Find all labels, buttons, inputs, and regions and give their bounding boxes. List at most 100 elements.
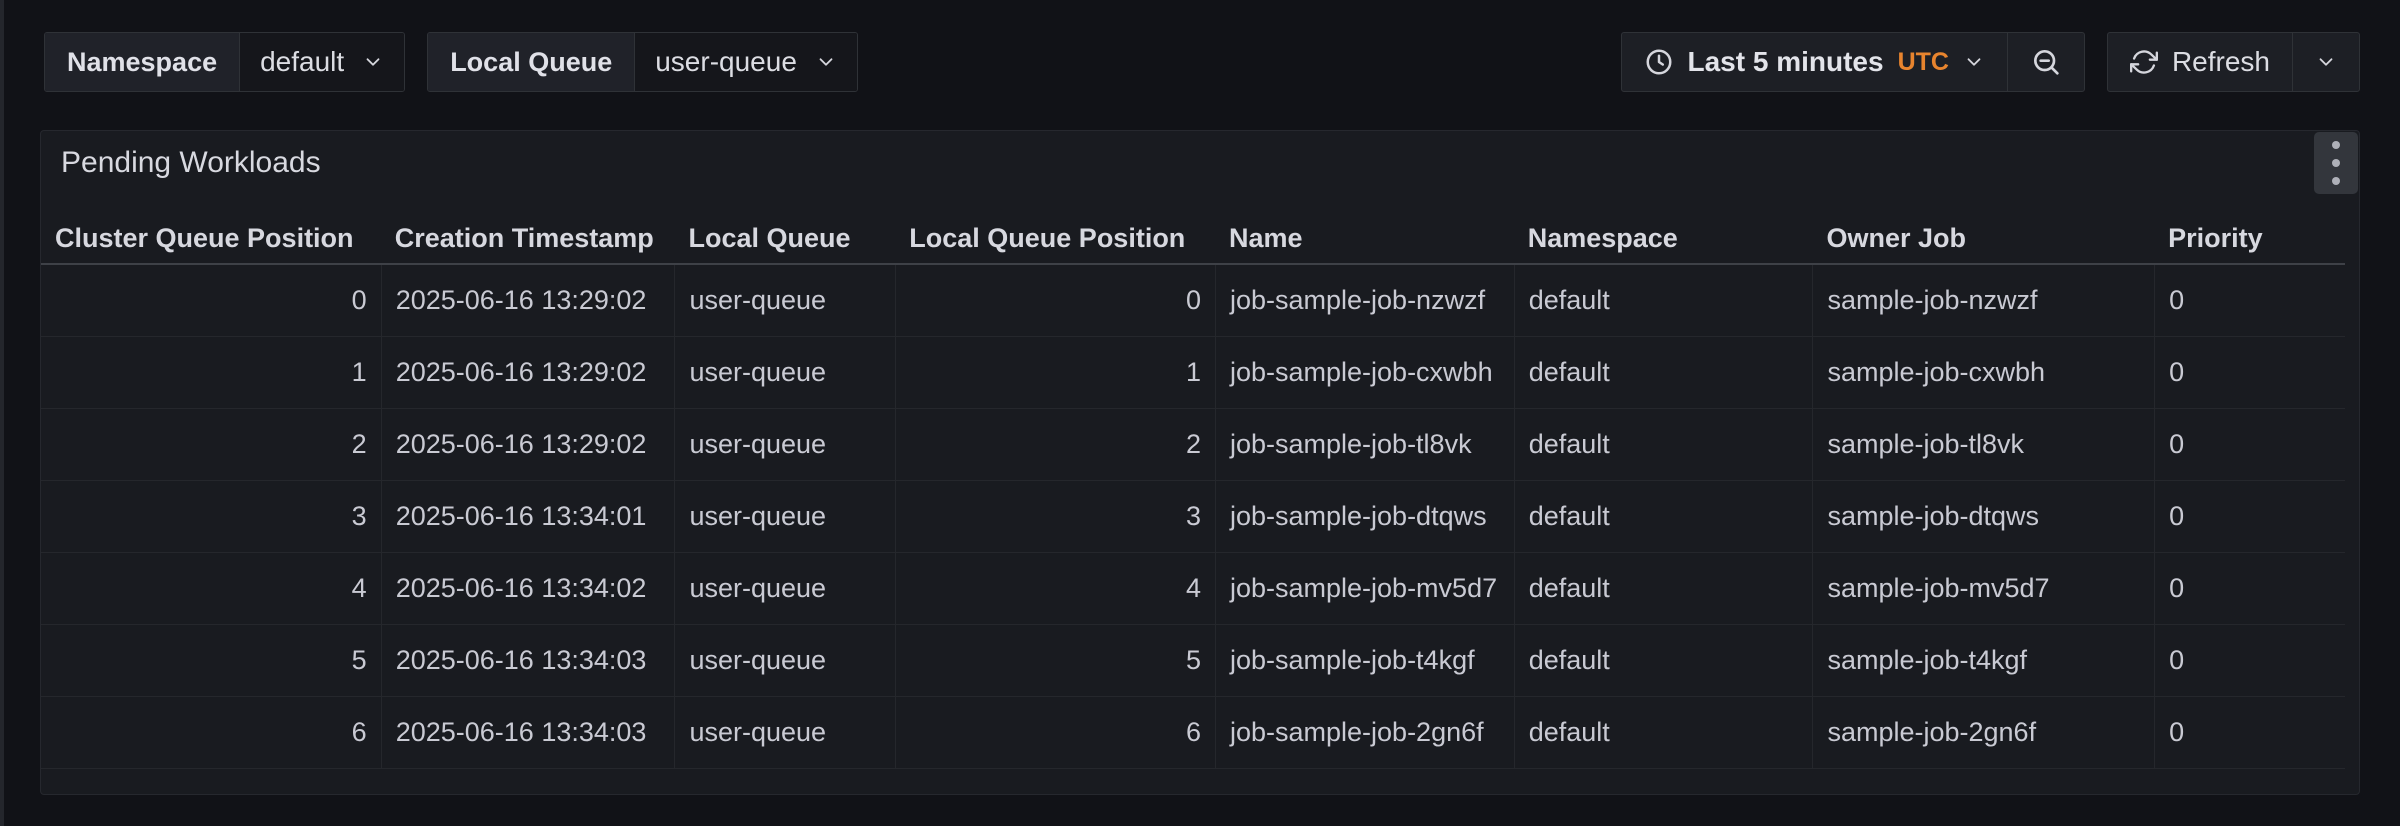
table-cell: 0 [2154, 697, 2345, 768]
table-cell: 5 [41, 625, 381, 696]
panel-menu-button[interactable] [2314, 132, 2358, 194]
refresh-button[interactable]: Refresh [2108, 33, 2292, 91]
column-header[interactable]: Namespace [1514, 212, 1813, 264]
column-header[interactable]: Owner Job [1812, 212, 2154, 264]
table-cell: 2025-06-16 13:34:03 [381, 697, 675, 768]
table-cell: job-sample-job-dtqws [1215, 481, 1514, 552]
variable-namespace-value: default [260, 46, 344, 78]
table-cell: sample-job-nzwzf [1812, 265, 2154, 336]
table-cell: default [1514, 265, 1813, 336]
column-header[interactable]: Creation Timestamp [381, 212, 675, 264]
zoom-out-time-button[interactable] [2007, 33, 2084, 91]
table-cell: 0 [2154, 553, 2345, 624]
table-cell: default [1514, 337, 1813, 408]
table-cell: 1 [41, 337, 381, 408]
table-cell: 3 [41, 481, 381, 552]
table-cell: sample-job-cxwbh [1812, 337, 2154, 408]
table-row: 42025-06-16 13:34:02user-queue4job-sampl… [41, 553, 2345, 625]
table-cell: 0 [41, 265, 381, 336]
table-cell: job-sample-job-nzwzf [1215, 265, 1514, 336]
table-cell: 4 [41, 553, 381, 624]
table-cell: 0 [2154, 337, 2345, 408]
table-header-row: Cluster Queue PositionCreation Timestamp… [41, 213, 2345, 265]
table-row: 32025-06-16 13:34:01user-queue3job-sampl… [41, 481, 2345, 553]
chevron-down-icon [1963, 51, 1985, 73]
table-cell: job-sample-job-mv5d7 [1215, 553, 1514, 624]
chevron-down-icon [815, 51, 837, 73]
panel-title[interactable]: Pending Workloads [61, 146, 321, 180]
variable-namespace-label: Namespace [45, 33, 240, 91]
table-cell: default [1514, 481, 1813, 552]
table-cell: 5 [895, 625, 1215, 696]
table-cell: default [1514, 409, 1813, 480]
table-cell: 0 [2154, 265, 2345, 336]
table-cell: 0 [2154, 481, 2345, 552]
table-cell: user-queue [674, 481, 895, 552]
table-cell: 0 [895, 265, 1215, 336]
variable-namespace-select[interactable]: default [240, 33, 404, 91]
column-header[interactable]: Priority [2154, 212, 2345, 264]
column-header[interactable]: Cluster Queue Position [41, 212, 381, 264]
variable-local-queue: Local Queue user-queue [427, 32, 858, 92]
table-cell: 2 [41, 409, 381, 480]
table-cell: sample-job-tl8vk [1812, 409, 2154, 480]
table-row: 62025-06-16 13:34:03user-queue6job-sampl… [41, 697, 2345, 769]
table-row: 02025-06-16 13:29:02user-queue0job-sampl… [41, 265, 2345, 337]
table-cell: sample-job-mv5d7 [1812, 553, 2154, 624]
table-row: 22025-06-16 13:29:02user-queue2job-sampl… [41, 409, 2345, 481]
table-cell: 2025-06-16 13:29:02 [381, 337, 675, 408]
time-range-button[interactable]: Last 5 minutes UTC [1622, 33, 2007, 91]
table-cell: user-queue [674, 265, 895, 336]
dashboard-toolbar: Namespace default Local Queue user-queue… [44, 32, 2360, 92]
table-body: 02025-06-16 13:29:02user-queue0job-sampl… [41, 265, 2345, 769]
table-cell: sample-job-dtqws [1812, 481, 2154, 552]
table-row: 12025-06-16 13:29:02user-queue1job-sampl… [41, 337, 2345, 409]
column-header[interactable]: Local Queue [674, 212, 895, 264]
variable-namespace: Namespace default [44, 32, 405, 92]
table-cell: sample-job-2gn6f [1812, 697, 2154, 768]
table-cell: 6 [41, 697, 381, 768]
table-cell: job-sample-job-2gn6f [1215, 697, 1514, 768]
table-cell: 2 [895, 409, 1215, 480]
table-cell: default [1514, 553, 1813, 624]
table-row: 52025-06-16 13:34:03user-queue5job-sampl… [41, 625, 2345, 697]
time-range-label: Last 5 minutes [1688, 46, 1884, 78]
table-cell: 3 [895, 481, 1215, 552]
table-cell: 2025-06-16 13:29:02 [381, 265, 675, 336]
table-cell: user-queue [674, 409, 895, 480]
table-cell: 2025-06-16 13:34:01 [381, 481, 675, 552]
table-cell: 4 [895, 553, 1215, 624]
timezone-badge: UTC [1898, 48, 1949, 77]
table-cell: 2025-06-16 13:34:03 [381, 625, 675, 696]
refresh-interval-button[interactable] [2292, 33, 2359, 91]
table-cell: job-sample-job-cxwbh [1215, 337, 1514, 408]
column-header[interactable]: Local Queue Position [895, 212, 1215, 264]
column-header[interactable]: Name [1215, 212, 1514, 264]
chevron-down-icon [362, 51, 384, 73]
refresh-label: Refresh [2172, 46, 2270, 78]
table-cell: 0 [2154, 625, 2345, 696]
table-cell: job-sample-job-tl8vk [1215, 409, 1514, 480]
panel-header: Pending Workloads [41, 131, 2359, 195]
variable-local-queue-value: user-queue [655, 46, 797, 78]
viewport-edge [0, 0, 4, 826]
table-cell: 1 [895, 337, 1215, 408]
time-picker-group: Last 5 minutes UTC [1621, 32, 2085, 92]
table-cell: sample-job-t4kgf [1812, 625, 2154, 696]
variable-local-queue-select[interactable]: user-queue [635, 33, 857, 91]
workloads-table: Cluster Queue PositionCreation Timestamp… [41, 213, 2345, 769]
zoom-out-icon [2030, 46, 2062, 78]
table-cell: job-sample-job-t4kgf [1215, 625, 1514, 696]
table-cell: user-queue [674, 553, 895, 624]
table-cell: user-queue [674, 337, 895, 408]
table-cell: user-queue [674, 697, 895, 768]
table-cell: 0 [2154, 409, 2345, 480]
table-cell: 2025-06-16 13:34:02 [381, 553, 675, 624]
kebab-menu-icon [2332, 141, 2340, 185]
variable-local-queue-label: Local Queue [428, 33, 635, 91]
chevron-down-icon [2315, 51, 2337, 73]
refresh-group: Refresh [2107, 32, 2360, 92]
table-cell: default [1514, 625, 1813, 696]
refresh-icon [2130, 48, 2158, 76]
pending-workloads-panel: Pending Workloads Cluster Queue Position… [40, 130, 2360, 795]
